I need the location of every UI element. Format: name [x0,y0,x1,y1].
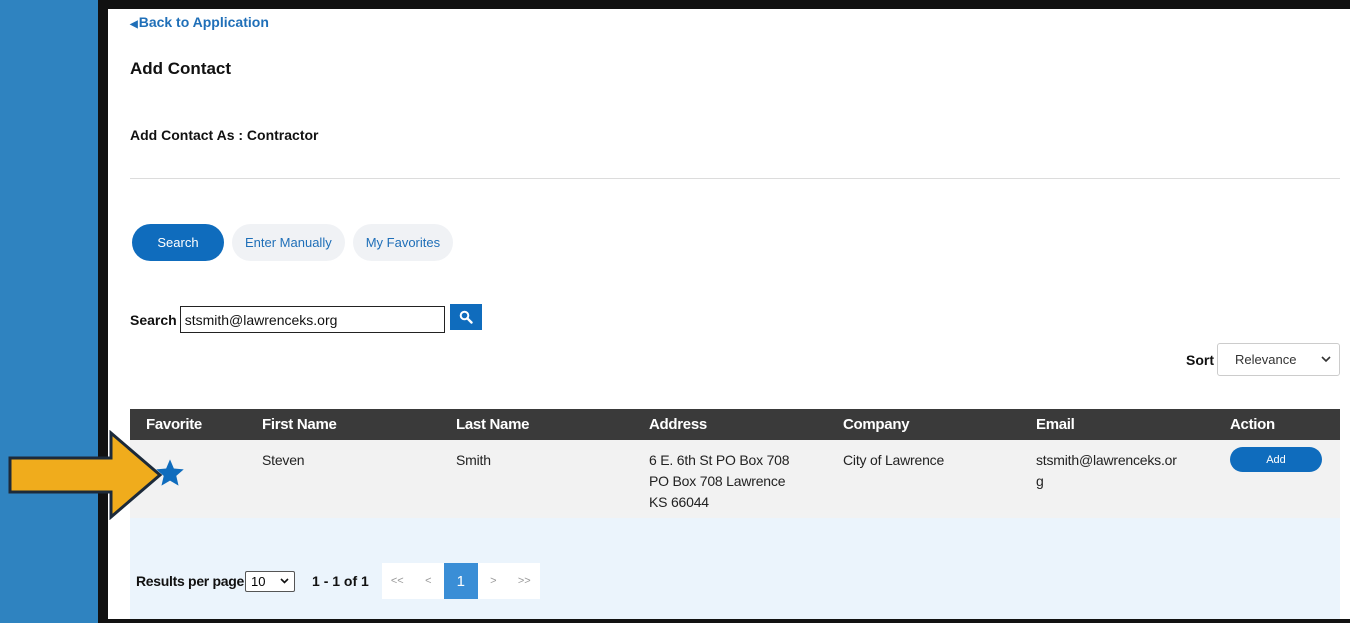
email-line: stsmith@lawrenceks.or [1036,452,1177,468]
divider [130,178,1340,179]
contact-tabs: Search Enter Manually My Favorites [132,224,454,261]
address-line: 6 E. 6th St PO Box 708 [649,452,790,468]
tab-search[interactable]: Search [132,224,224,261]
cell-address: 6 E. 6th St PO Box 708 PO Box 708 Lawren… [649,450,790,513]
chevron-down-icon [280,578,289,584]
sort-selected-value: Relevance [1235,352,1297,367]
prev-page-button[interactable]: < [413,563,444,599]
header-first-name: First Name [262,416,337,433]
tab-enter-manually[interactable]: Enter Manually [232,224,345,261]
search-icon [459,310,473,324]
pagination: Results per page 10 1 - 1 of 1 << < 1 > … [136,563,540,599]
sort-label: Sort [1186,351,1214,368]
page-1-button[interactable]: 1 [443,563,478,599]
cell-first-name: Steven [262,452,305,468]
results-per-page-value: 10 [251,573,266,589]
email-line: g [1036,473,1044,489]
search-button[interactable] [449,303,482,330]
back-to-application-link[interactable]: ◀Back to Application [130,14,269,30]
page-links: << < 1 > >> [381,563,540,599]
caret-left-icon: ◀ [130,19,138,30]
sort-row: Sort Relevance [1186,343,1340,376]
results-range: 1 - 1 of 1 [312,573,369,589]
chevron-down-icon [1321,356,1331,363]
pagination-area: Results per page 10 1 - 1 of 1 << < 1 > … [130,518,1340,619]
address-line: KS 66044 [649,494,709,510]
cell-email: stsmith@lawrenceks.or g [1036,450,1177,492]
results-per-page-select[interactable]: 10 [245,570,296,592]
add-contact-panel: ◀Back to Application Add Contact Add Con… [108,9,1350,619]
header-action: Action [1230,416,1275,433]
table-header: Favorite First Name Last Name Address Co… [130,409,1340,440]
page-title: Add Contact [130,59,232,78]
search-row: Search [130,303,482,333]
pointer-arrow-icon [8,430,163,520]
sort-select[interactable]: Relevance [1217,343,1340,376]
header-email: Email [1036,416,1075,433]
back-link-label: Back to Application [138,14,269,30]
add-contact-button[interactable]: Add [1230,447,1322,472]
results-per-page-label: Results per page [136,573,245,589]
cell-company: City of Lawrence [843,452,945,468]
header-address: Address [649,416,707,433]
add-contact-as: Add Contact As : Contractor [130,127,319,143]
search-label: Search [130,311,177,328]
first-page-button[interactable]: << [382,563,413,599]
cell-last-name: Smith [456,452,491,468]
results-table: Favorite First Name Last Name Address Co… [130,409,1340,518]
next-page-button[interactable]: > [478,563,509,599]
last-page-button[interactable]: >> [509,563,540,599]
search-input[interactable] [179,306,445,333]
header-last-name: Last Name [456,416,530,433]
header-company: Company [843,416,910,433]
table-row: Steven Smith 6 E. 6th St PO Box 708 PO B… [130,440,1340,518]
tab-my-favorites[interactable]: My Favorites [352,224,454,261]
address-line: PO Box 708 Lawrence [649,473,786,489]
